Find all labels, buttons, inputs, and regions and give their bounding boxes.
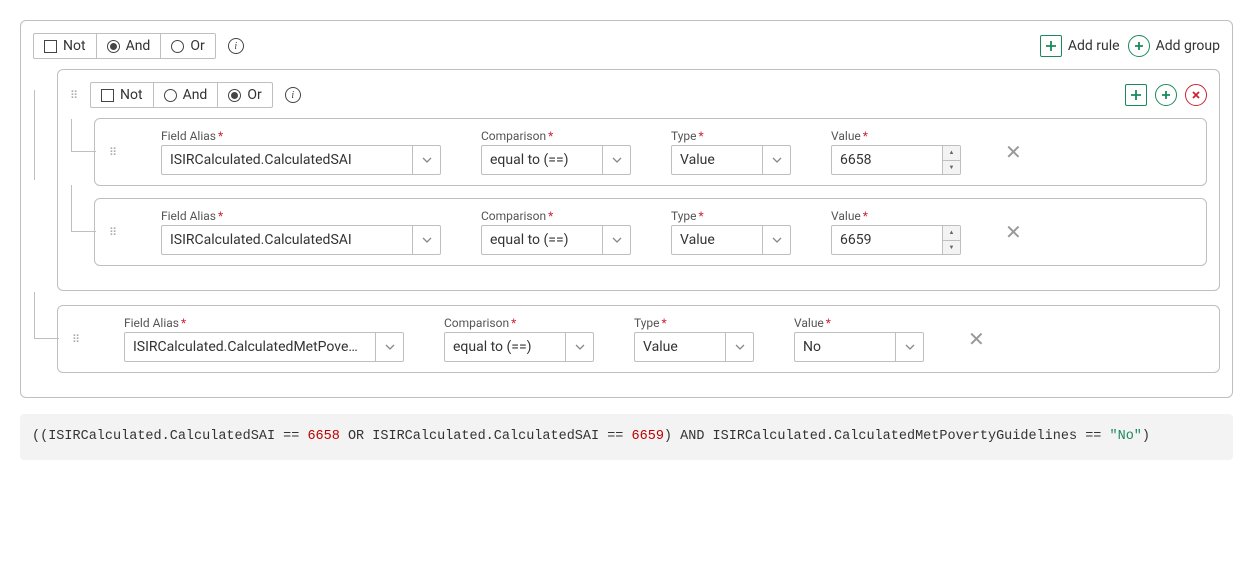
nested-group-or: ⠿ Not And Or i xyxy=(57,69,1220,291)
value-field: Value* No xyxy=(794,316,924,362)
add-rule-icon-button[interactable] xyxy=(1125,84,1147,106)
info-icon[interactable]: i xyxy=(228,38,244,54)
checkbox-icon xyxy=(44,40,57,53)
comparison-field: Comparison* equal to (==) xyxy=(481,129,631,175)
nested-group-header: ⠿ Not And Or i xyxy=(70,82,1207,108)
not-toggle[interactable]: Not xyxy=(34,34,97,58)
value-field: Value* 6659 ▲▼ xyxy=(831,209,961,255)
add-group-icon-button[interactable] xyxy=(1155,84,1177,106)
rule-row: ⠿ Field Alias* ISIRCalculated.Calculated… xyxy=(94,118,1207,186)
comparison-field: Comparison* equal to (==) xyxy=(444,316,594,362)
not-toggle[interactable]: Not xyxy=(91,83,154,107)
value-input[interactable]: 6658 ▲▼ xyxy=(831,145,961,175)
rule-row: ⠿ Field Alias* ISIRCalculated.Calculated… xyxy=(94,198,1207,266)
chevron-down-icon[interactable] xyxy=(602,146,630,174)
field-alias-input[interactable]: ISIRCalculated.CalculatedSAI xyxy=(161,225,441,255)
chevron-down-icon[interactable] xyxy=(412,146,440,174)
remove-rule-button[interactable]: ✕ xyxy=(1001,220,1026,244)
field-alias-field: Field Alias* ISIRCalculated.CalculatedSA… xyxy=(161,209,441,255)
or-label: Or xyxy=(190,38,204,54)
field-alias-input[interactable]: ISIRCalculated.CalculatedSAI xyxy=(161,145,441,175)
radio-filled-icon xyxy=(107,40,120,53)
or-option[interactable]: Or xyxy=(218,83,271,107)
delete-group-icon-button[interactable] xyxy=(1185,84,1207,106)
drag-handle-icon[interactable]: ⠿ xyxy=(109,150,121,155)
chevron-down-icon[interactable] xyxy=(412,226,440,254)
field-alias-input[interactable]: ISIRCalculated.CalculatedMetPove… xyxy=(124,332,404,362)
drag-handle-icon[interactable]: ⠿ xyxy=(72,337,84,342)
chevron-down-icon[interactable] xyxy=(762,226,790,254)
info-icon[interactable]: i xyxy=(285,87,301,103)
plus-circle-icon xyxy=(1128,35,1150,57)
type-input[interactable]: Value xyxy=(671,145,791,175)
value-input[interactable]: No xyxy=(794,332,924,362)
comparison-input[interactable]: equal to (==) xyxy=(444,332,594,362)
number-spinner[interactable]: ▲▼ xyxy=(942,226,960,254)
and-option[interactable]: And xyxy=(154,83,219,107)
comparison-input[interactable]: equal to (==) xyxy=(481,145,631,175)
field-alias-field: Field Alias* ISIRCalculated.CalculatedMe… xyxy=(124,316,404,362)
add-rule-button[interactable]: Add rule xyxy=(1040,35,1120,57)
value-field: Value* 6658 ▲▼ xyxy=(831,129,961,175)
add-group-label: Add group xyxy=(1156,38,1220,54)
value-input[interactable]: 6659 ▲▼ xyxy=(831,225,961,255)
plus-icon xyxy=(1040,35,1062,57)
drag-handle-icon[interactable]: ⠿ xyxy=(70,93,82,98)
chevron-down-icon[interactable] xyxy=(895,333,923,361)
add-group-button[interactable]: Add group xyxy=(1128,35,1220,57)
type-field: Type* Value xyxy=(671,129,791,175)
type-input[interactable]: Value xyxy=(671,225,791,255)
and-option[interactable]: And xyxy=(97,34,162,58)
add-rule-label: Add rule xyxy=(1068,38,1120,54)
comparison-field: Comparison* equal to (==) xyxy=(481,209,631,255)
chevron-down-icon[interactable] xyxy=(762,146,790,174)
chevron-down-icon[interactable] xyxy=(375,333,403,361)
nested-logic-selector: Not And Or xyxy=(90,82,273,108)
radio-filled-icon xyxy=(228,89,241,102)
type-field: Type* Value xyxy=(671,209,791,255)
chevron-down-icon[interactable] xyxy=(725,333,753,361)
field-alias-field: Field Alias* ISIRCalculated.CalculatedSA… xyxy=(161,129,441,175)
number-spinner[interactable]: ▲▼ xyxy=(942,146,960,174)
root-logic-selector: Not And Or xyxy=(33,33,216,59)
chevron-down-icon[interactable] xyxy=(602,226,630,254)
or-option[interactable]: Or xyxy=(161,34,214,58)
remove-rule-button[interactable]: ✕ xyxy=(1001,140,1026,164)
type-input[interactable]: Value xyxy=(634,332,754,362)
checkbox-icon xyxy=(101,89,114,102)
radio-icon xyxy=(164,89,177,102)
comparison-input[interactable]: equal to (==) xyxy=(481,225,631,255)
type-field: Type* Value xyxy=(634,316,754,362)
query-builder: Not And Or i Add rule xyxy=(20,20,1233,398)
chevron-down-icon[interactable] xyxy=(565,333,593,361)
and-label: And xyxy=(126,38,151,54)
not-label: Not xyxy=(120,87,143,103)
drag-handle-icon[interactable]: ⠿ xyxy=(109,230,121,235)
or-label: Or xyxy=(247,87,261,103)
root-group-header: Not And Or i Add rule xyxy=(33,33,1220,59)
radio-icon xyxy=(171,40,184,53)
remove-rule-button[interactable]: ✕ xyxy=(964,327,989,351)
rule-row: ⠿ Field Alias* ISIRCalculated.Calculated… xyxy=(57,305,1220,373)
expression-output: ((ISIRCalculated.CalculatedSAI == 6658 O… xyxy=(20,414,1233,460)
not-label: Not xyxy=(63,38,86,54)
and-label: And xyxy=(183,87,208,103)
